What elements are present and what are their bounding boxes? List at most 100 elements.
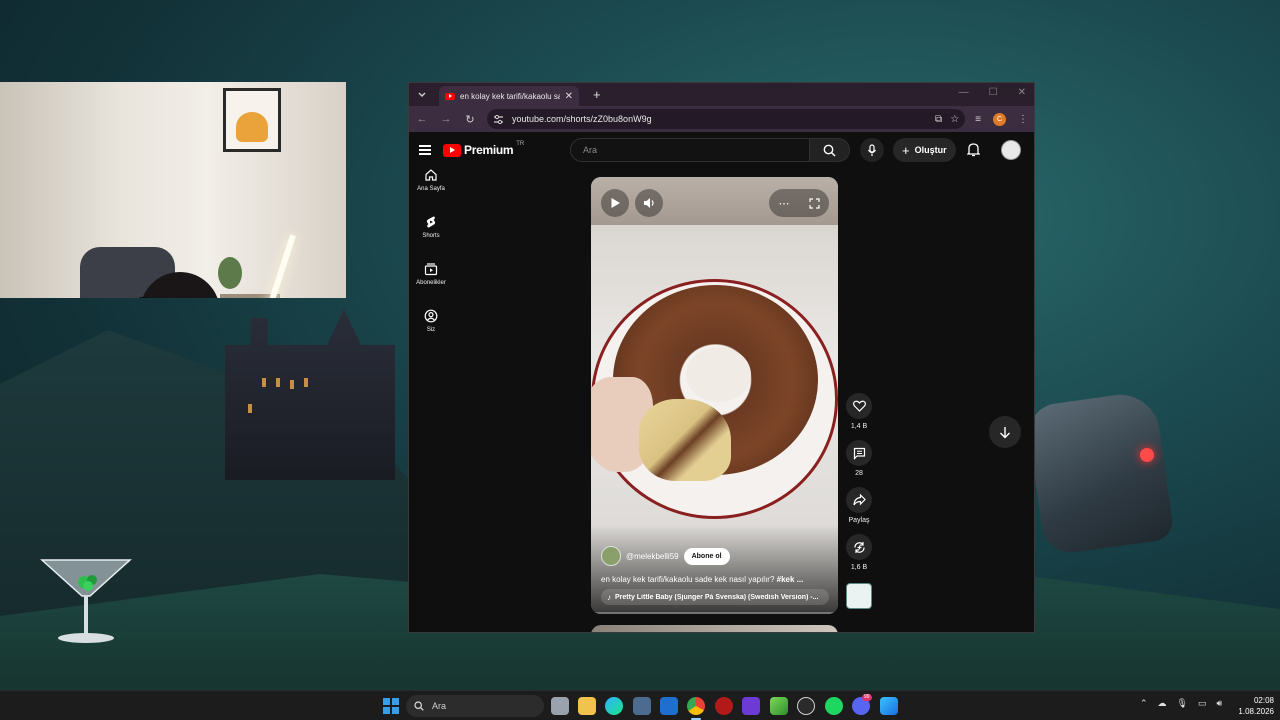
cake-slice [639,399,731,481]
outlook-icon[interactable] [660,697,678,715]
volume-icon [644,198,654,208]
sidebar-item-you[interactable]: Siz [409,309,453,356]
comments-button[interactable] [846,440,872,466]
video-title-text: en kolay kek tarifi/kakaolu sade kek nas… [601,575,775,584]
taskbar-clock[interactable]: 02:08 1.08.2026 [1228,695,1274,717]
castle-window [262,378,266,387]
app-icon-ring[interactable] [797,697,815,715]
opera-gx-icon[interactable] [715,697,733,715]
mute-button[interactable] [635,189,663,217]
microphone-icon [868,143,876,156]
system-tray: ⌃ ☁ 🎙︎ ▭ 🔊︎ [1140,698,1222,709]
next-short-button[interactable] [989,416,1021,448]
bookmark-star-icon[interactable]: ☆ [950,114,959,125]
onedrive-icon[interactable]: ☁ [1158,698,1167,709]
channel-name[interactable]: @melekbelli59 [626,552,679,561]
webcam-overlay [0,82,346,298]
network-icon[interactable]: ▭ [1198,698,1207,709]
castle-window [290,380,294,389]
profile-avatar[interactable]: C [993,112,1006,126]
plant [218,257,242,289]
search-input[interactable]: Ara [570,138,810,162]
youtube-logo[interactable]: Premium TR [443,141,525,157]
tray-overflow-icon[interactable]: ⌃ [1140,698,1148,709]
car-tail-light [1140,448,1154,462]
app-icon-green-arrow[interactable] [770,697,788,715]
next-short-preview[interactable] [591,625,838,632]
subscribe-button[interactable]: Abone ol [683,547,730,565]
user-icon [424,309,438,323]
video-title[interactable]: en kolay kek tarifi/kakaolu sade kek nas… [601,575,826,584]
like-button[interactable] [846,393,872,419]
music-pill[interactable]: ♪ Pretty Little Baby (Sjunger På Svenska… [601,589,829,605]
app-icon-blue[interactable] [880,697,898,715]
task-view-icon[interactable] [551,697,569,715]
channel-avatar[interactable] [601,546,621,566]
floor-lamp [250,234,296,298]
sound-thumbnail[interactable] [846,583,872,609]
search-box: Ara [570,138,884,162]
app-icon-purple[interactable] [742,697,760,715]
install-app-icon[interactable]: ⧉ [935,114,942,125]
browser-menu-icon[interactable]: ⋮ [1018,114,1028,125]
taskbar-search[interactable]: Ara [406,695,544,717]
minimize-button[interactable]: — [959,87,969,98]
close-window-button[interactable]: ✕ [1018,87,1026,98]
start-button[interactable] [383,698,399,714]
fullscreen-icon[interactable] [808,197,820,209]
plus-icon: + [902,142,910,158]
new-tab-button[interactable]: + [593,87,601,102]
search-icon [823,144,836,157]
search-button[interactable] [810,138,850,162]
sidebar-item-subscriptions[interactable]: Abonelikler [409,262,453,309]
account-avatar[interactable] [1001,140,1021,160]
remix-button[interactable] [846,534,872,560]
sidebar-item-shorts[interactable]: Shorts [409,215,453,262]
music-note-icon: ♪ [607,592,611,602]
home-icon [425,169,437,181]
region-code: TR [516,141,525,147]
spotify-icon[interactable] [825,697,843,715]
maximize-button[interactable]: ☐ [989,87,998,98]
channel-row: @melekbelli59 Abone ol [601,546,730,566]
martini-glass-overlay [40,559,132,643]
heart-icon [852,400,866,412]
castle-window [276,378,280,387]
menu-icon[interactable] [419,145,431,155]
address-bar[interactable]: youtube.com/shorts/zZ0bu8onW9g ⧉ ☆ [487,109,966,129]
file-explorer-icon[interactable] [578,697,596,715]
browser-toolbar: ← → ↻ youtube.com/shorts/zZ0bu8onW9g ⧉ ☆… [409,106,1034,132]
sidebar-item-home[interactable]: Ana Sayfa [409,168,453,215]
youtube-header: Premium TR Ara + Oluştur [409,132,1034,168]
music-title: Pretty Little Baby (Sjunger På Svenska) … [615,593,819,601]
close-tab-icon[interactable]: ✕ [565,91,573,102]
shorts-icon [426,216,436,228]
video-progress-bar[interactable] [591,612,838,614]
create-button[interactable]: + Oluştur [893,138,956,162]
play-button[interactable] [601,189,629,217]
notifications-bell-icon[interactable] [967,142,980,157]
play-icon [611,198,620,208]
volume-tray-icon[interactable]: 🔊︎ [1217,698,1223,709]
share-label: Paylaş [848,517,870,524]
clock-time: 02:08 [1253,696,1274,705]
arrow-down-icon [1000,426,1010,438]
tab-list-button[interactable] [413,86,431,104]
chrome-icon[interactable] [687,697,705,715]
share-button[interactable] [846,487,872,513]
browser-tab[interactable]: en kolay kek tarifi/kakaolu sade ✕ [439,86,579,106]
back-button[interactable]: ← [415,113,429,125]
youtube-sidebar: Ana Sayfa Shorts Abonelikler Siz [409,168,453,356]
edge-icon[interactable] [605,697,623,715]
shorts-video-player[interactable]: ⋯ @melekbelli59 Abone ol en kolay kek ta… [591,177,838,614]
site-settings-icon[interactable] [493,114,504,124]
more-options-icon[interactable]: ⋯ [779,197,790,210]
tab-bar: en kolay kek tarifi/kakaolu sade ✕ + — ☐… [409,83,1034,106]
store-icon[interactable] [633,697,651,715]
taskbar-search-placeholder: Ara [432,701,447,711]
mic-tray-icon[interactable]: 🎙︎ [1177,698,1188,709]
media-controls-icon[interactable]: ≡ [975,114,981,125]
voice-search-button[interactable] [860,138,884,162]
reload-button[interactable]: ↻ [463,113,477,126]
forward-button[interactable]: → [439,113,453,125]
